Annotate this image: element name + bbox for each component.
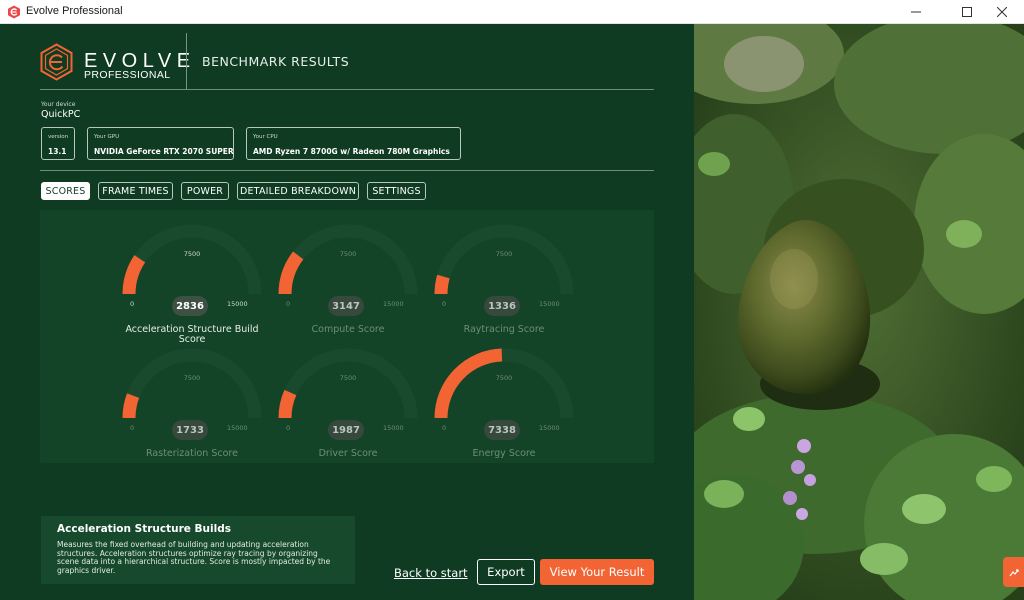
gauge-driver[interactable]: 7500 0 15000 1987 Driver Score [273, 345, 423, 465]
gauge-track [434, 224, 574, 295]
brand-name: EVOLVE [84, 50, 196, 72]
gauge-fill [122, 255, 146, 295]
gauge-max-tick: 15000 [539, 424, 560, 432]
tab-detailed-breakdown[interactable]: DETAILED BREAKDOWN [237, 182, 359, 200]
gauge-acceleration-structure-build[interactable]: 7500 0 15000 2836 Acceleration Structure… [117, 221, 267, 345]
gauge-fill [434, 274, 450, 295]
gauge-track [278, 348, 418, 419]
page-title: BENCHMARK RESULTS [202, 54, 350, 69]
gauge-min-tick: 0 [286, 424, 291, 432]
gauge-label: Rasterization Score [146, 448, 238, 459]
scene-image [694, 24, 1024, 600]
close-icon [996, 7, 1007, 17]
gauge-mid-tick: 7500 [495, 374, 513, 382]
gauge-mid-tick: 7500 [339, 374, 357, 382]
cpu-label: Your CPU [253, 134, 278, 140]
gauge-max-tick: 15000 [383, 300, 404, 308]
gauge-mid-tick: 7500 [183, 374, 201, 382]
gauge-max-tick: 15000 [227, 300, 248, 308]
share-button[interactable] [1003, 557, 1024, 587]
gauge-fill [278, 389, 297, 419]
gauge-track [122, 224, 262, 295]
tab-frame-times[interactable]: FRAME TIMES [98, 182, 173, 200]
device-name: QuickPC [41, 109, 81, 120]
gauge-track [122, 348, 262, 419]
gauge-score-value: 1336 [484, 296, 520, 316]
window-title: Evolve Professional [26, 5, 123, 17]
gauge-label: Driver Score [318, 448, 378, 459]
gauge-label: Acceleration Structure Build Score [125, 324, 259, 345]
minimize-icon [910, 11, 921, 13]
window-titlebar: Evolve Professional [0, 0, 1024, 24]
gauge-mid-tick: 7500 [183, 250, 201, 258]
gauge-label: Raytracing Score [463, 324, 545, 335]
gauge-fill [434, 348, 503, 419]
gauge-score-value: 1987 [328, 420, 364, 440]
score-description: Acceleration Structure Builds Measures t… [41, 516, 355, 584]
tab-scores[interactable]: SCORES [41, 182, 90, 200]
version-label: version [48, 134, 69, 140]
back-to-start-link[interactable]: Back to start [394, 566, 468, 580]
gauge-mid-tick: 7500 [339, 250, 357, 258]
gauge-max-tick: 15000 [227, 424, 248, 432]
gauge-raytracing[interactable]: 7500 0 15000 1336 Raytracing Score [429, 221, 579, 341]
gauge-score-value: 1733 [172, 420, 208, 440]
gauge-mid-tick: 7500 [495, 250, 513, 258]
gauge-min-tick: 0 [442, 424, 447, 432]
view-result-button[interactable]: View Your Result [540, 559, 654, 585]
gauge-score-value: 2836 [172, 296, 208, 316]
header-divider [186, 33, 187, 89]
share-icon [1009, 569, 1019, 577]
gauge-min-tick: 0 [130, 424, 135, 432]
description-title: Acceleration Structure Builds [57, 523, 231, 535]
version-value: 13.1 [48, 147, 67, 156]
gauge-score-value: 7338 [484, 420, 520, 440]
gpu-value: NVIDIA GeForce RTX 2070 SUPER [94, 147, 234, 156]
gauge-label: Energy Score [472, 448, 536, 459]
gauge-fill [122, 393, 140, 419]
gauge-min-tick: 0 [442, 300, 447, 308]
gpu-label: Your GPU [94, 134, 120, 140]
cpu-box: Your CPU AMD Ryzen 7 8700G w/ Radeon 780… [246, 127, 461, 160]
header-rule [40, 89, 654, 90]
brand-edition: PROFESSIONAL [84, 69, 171, 81]
description-body: Measures the fixed overhead of building … [57, 540, 331, 575]
gauge-energy[interactable]: 7500 0 15000 7338 Energy Score [429, 345, 579, 465]
gauge-max-tick: 15000 [383, 424, 404, 432]
gpu-box: Your GPU NVIDIA GeForce RTX 2070 SUPER [87, 127, 234, 160]
gauge-score-value: 3147 [328, 296, 364, 316]
evolve-logo-icon [40, 43, 73, 81]
close-button[interactable] [979, 0, 1024, 24]
export-button[interactable]: Export [477, 559, 535, 585]
version-box: version 13.1 [41, 127, 75, 160]
device-rule [40, 170, 654, 171]
tab-power[interactable]: POWER [181, 182, 229, 200]
device-label: Your device [41, 101, 76, 108]
gauge-min-tick: 0 [130, 300, 135, 308]
gauge-max-tick: 15000 [539, 300, 560, 308]
minimize-button[interactable] [893, 0, 938, 24]
gauge-track [278, 224, 418, 295]
tab-settings[interactable]: SETTINGS [367, 182, 426, 200]
gauge-fill [278, 251, 304, 295]
cpu-value: AMD Ryzen 7 8700G w/ Radeon 780M Graphic… [253, 147, 450, 156]
gauge-label: Compute Score [311, 324, 385, 335]
gauge-compute[interactable]: 7500 0 15000 3147 Compute Score [273, 221, 423, 341]
maximize-icon [961, 7, 972, 17]
app-logo-icon [8, 5, 20, 19]
gauge-rasterization[interactable]: 7500 0 15000 1733 Rasterization Score [117, 345, 267, 465]
gauge-min-tick: 0 [286, 300, 291, 308]
